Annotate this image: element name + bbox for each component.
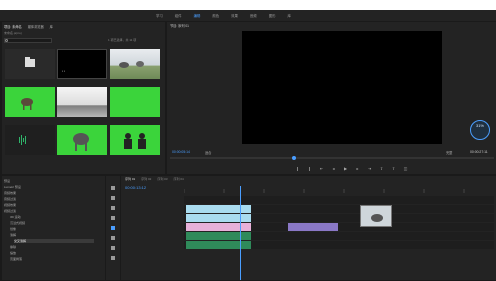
workspace-tab-learn[interactable]: 学习: [150, 10, 169, 21]
people-green-thumb[interactable]: [110, 125, 160, 155]
tree-row[interactable]: 沉浸式视频: [10, 221, 25, 225]
timeline-playhead[interactable]: [240, 186, 241, 280]
elephant-icon: [73, 133, 89, 151]
sky-thumb[interactable]: [57, 87, 107, 117]
tree-row[interactable]: 划像: [10, 227, 16, 231]
elephant-icon: [119, 61, 144, 68]
step-back-icon[interactable]: ◂: [331, 166, 336, 171]
tab-sequence-03[interactable]: 序列 03: [157, 177, 167, 181]
workspace-tab-effects[interactable]: 效果: [225, 10, 244, 21]
workspace-tab-editing[interactable]: 编辑: [188, 10, 207, 21]
program-playhead[interactable]: [292, 156, 296, 160]
elephant-green-thumb[interactable]: [5, 87, 55, 117]
pink-clip[interactable]: [186, 223, 251, 231]
project-path: 未命名.prproj: [4, 31, 22, 35]
track-header-a2[interactable]: [122, 232, 182, 240]
playback-quality-dropdown[interactable]: 完整: [446, 150, 452, 155]
svg-text:▪ ▪: ▪ ▪: [62, 69, 65, 73]
mark-out-icon[interactable]: ❙: [307, 166, 312, 171]
tree-row-selected[interactable]: 交叉溶解: [14, 239, 94, 243]
elephant-icon: [371, 214, 383, 222]
program-video-display: [242, 31, 442, 144]
zoom-fit-dropdown[interactable]: 适合: [205, 150, 211, 155]
audio-clip[interactable]: [186, 232, 251, 240]
workspace-tab-audio[interactable]: 音频: [244, 10, 263, 21]
performance-badge: 31%: [470, 120, 490, 140]
program-monitor-title[interactable]: 节目: 序列 01: [170, 23, 189, 28]
workspace-bar: 学习 组件 编辑 颜色 效果 音频 图形 库: [0, 10, 496, 21]
green-screen-thumb[interactable]: [110, 87, 160, 117]
timeline-timecode[interactable]: 00:00:13:12: [125, 185, 146, 190]
window-title-bar: [0, 0, 496, 10]
step-forward-icon[interactable]: ▸: [355, 166, 360, 171]
timeline-tabs: 序列 01 序列 02 序列 03 序列 04: [125, 177, 184, 181]
track-header-v1[interactable]: [122, 214, 182, 222]
tab-project[interactable]: 项目: 未命名: [4, 24, 22, 29]
workspace-tab-graphics[interactable]: 图形: [263, 10, 282, 21]
tree-row[interactable]: 页面剥落: [10, 257, 22, 261]
people-icon: [124, 133, 146, 149]
audio-clip-thumb[interactable]: [5, 125, 55, 155]
tree-row[interactable]: 擦除: [10, 245, 16, 249]
go-to-out-icon[interactable]: ⇥: [367, 166, 372, 171]
tab-sequence-01[interactable]: 序列 01: [125, 177, 135, 181]
black-video-icon: ▪ ▪: [62, 69, 65, 73]
tools-panel: [106, 176, 120, 280]
search-icon: [5, 39, 8, 42]
track-header-v2[interactable]: [122, 205, 182, 213]
transport-controls: ❙ ❙ ⇤ ◂ ▶ ▸ ⇥ ⇧ ⇪ ◫: [295, 166, 408, 171]
tree-row[interactable]: 溶解: [10, 233, 16, 237]
tools-icons: [111, 186, 115, 260]
tab-libraries[interactable]: 库: [50, 24, 53, 29]
workspace-tab-color[interactable]: 颜色: [206, 10, 225, 21]
tree-row[interactable]: 视频过渡: [4, 209, 16, 213]
track-header-a3[interactable]: [122, 241, 182, 249]
elephant-icon: [21, 98, 33, 110]
purple-clip[interactable]: [288, 223, 338, 231]
waveform-icon: [19, 135, 26, 145]
workspace-tab-assembly[interactable]: 组件: [169, 10, 188, 21]
timeline-ruler[interactable]: [183, 186, 496, 194]
tab-sequence-04[interactable]: 序列 04: [174, 177, 184, 181]
audio-clip[interactable]: [186, 241, 251, 249]
tree-row[interactable]: 音频过渡: [4, 197, 16, 201]
workspace-tab-libraries[interactable]: 库: [281, 10, 296, 21]
tree-row[interactable]: 视频效果: [4, 203, 16, 207]
project-search-input[interactable]: [4, 38, 52, 43]
folder-icon: [25, 57, 35, 67]
export-frame-icon[interactable]: ◫: [403, 166, 408, 171]
item-count: 1 项已选择，共 11 项: [108, 38, 137, 42]
effects-panel: [2, 176, 105, 280]
tree-row[interactable]: 预设: [4, 179, 10, 183]
tree-row[interactable]: 音频效果: [4, 191, 16, 195]
elephant-grass-thumb[interactable]: [110, 49, 160, 79]
tree-row[interactable]: Lumetri 预设: [4, 185, 21, 189]
video-clip[interactable]: [186, 205, 251, 213]
elephant-green2-thumb[interactable]: [57, 125, 107, 155]
track-header-v3[interactable]: [122, 196, 182, 204]
ruler-ticks: [183, 189, 465, 193]
tree-row[interactable]: 3D 运动: [10, 215, 21, 219]
tab-media-browser[interactable]: 媒体浏览器: [28, 24, 44, 29]
track-header-a1[interactable]: [122, 223, 182, 231]
lift-icon[interactable]: ⇧: [379, 166, 384, 171]
bin-folder-thumb[interactable]: [5, 49, 55, 79]
mark-in-icon[interactable]: ❙: [295, 166, 300, 171]
extract-icon[interactable]: ⇪: [391, 166, 396, 171]
program-scrub-bar[interactable]: [170, 157, 494, 159]
track-v3[interactable]: [184, 196, 494, 204]
go-to-in-icon[interactable]: ⇤: [319, 166, 324, 171]
tree-row[interactable]: 缩放: [10, 251, 16, 255]
play-icon[interactable]: ▶: [343, 166, 348, 171]
black-video-thumb[interactable]: ▪ ▪: [57, 49, 107, 79]
project-panel-tabs: 项目: 未命名 媒体浏览器 库: [2, 22, 165, 30]
tab-sequence-02[interactable]: 序列 02: [141, 177, 151, 181]
clip-thumbnail-preview[interactable]: [360, 205, 392, 227]
video-clip[interactable]: [186, 214, 251, 222]
program-duration-timecode: 00:00:27:11: [470, 150, 488, 154]
program-current-timecode[interactable]: 00:00:05:14: [172, 150, 190, 154]
